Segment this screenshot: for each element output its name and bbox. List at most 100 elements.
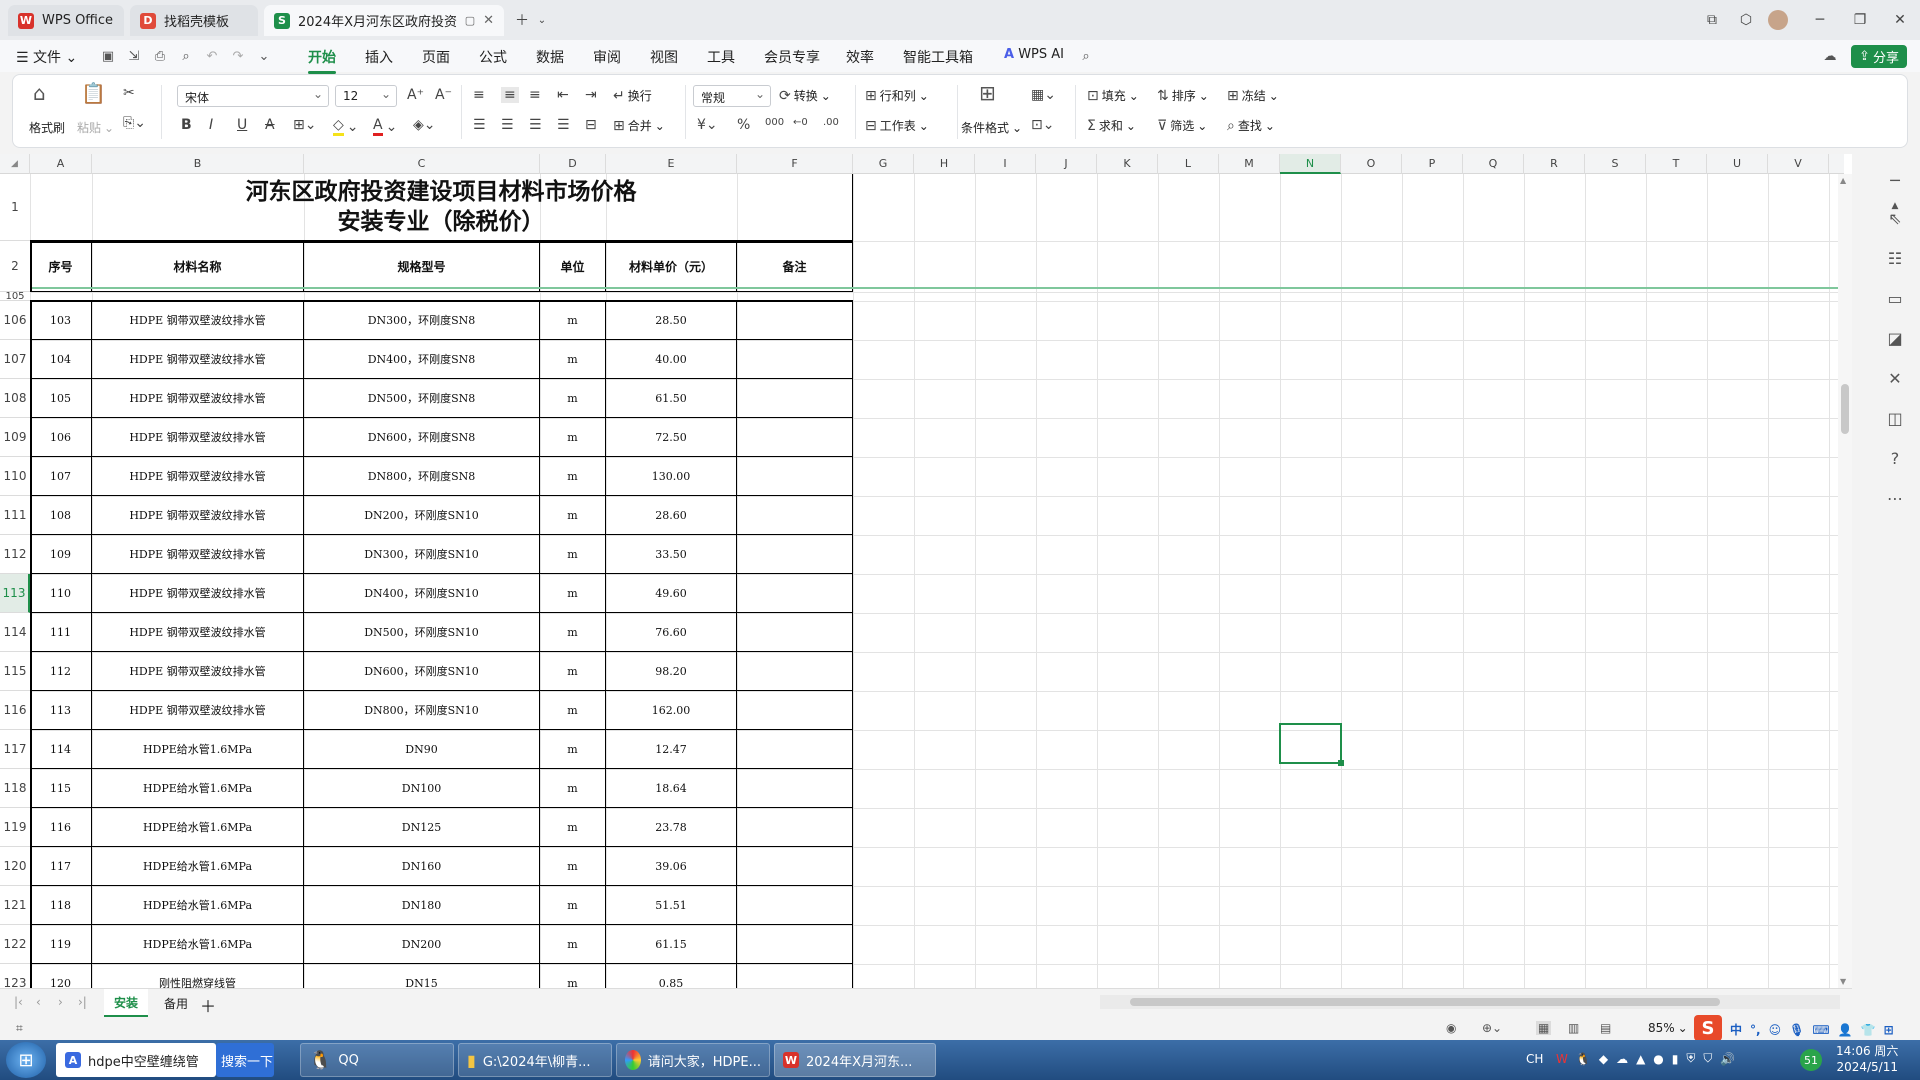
cell-material-name[interactable]: HDPE给水管1.6MPa — [92, 769, 304, 808]
cell-spec[interactable]: DN500，环刚度SN8 — [304, 379, 540, 418]
cell-index[interactable]: 110 — [30, 574, 92, 613]
column-header-o[interactable]: O — [1341, 154, 1402, 174]
cell-index[interactable]: 105 — [30, 379, 92, 418]
cell-material-name[interactable]: HDPE 钢带双壁波纹排水管 — [92, 379, 304, 418]
decrease-indent-icon[interactable]: ⇤ — [557, 87, 569, 103]
cell-spec[interactable]: DN100 — [304, 769, 540, 808]
column-header-c[interactable]: C — [304, 154, 540, 174]
redo-icon[interactable]: ↷ — [228, 46, 248, 66]
cell-material-name[interactable]: HDPE 钢带双壁波纹排水管 — [92, 340, 304, 379]
cell-spec[interactable]: DN800，环刚度SN10 — [304, 691, 540, 730]
cell-price[interactable]: 23.78 — [606, 808, 737, 847]
row-header[interactable]: 120 — [0, 847, 30, 886]
increase-decimal-icon[interactable]: ←0 — [793, 117, 808, 128]
menu-tab-formula[interactable]: 公式 — [479, 47, 507, 67]
normal-view-icon[interactable]: ▦ — [1536, 1021, 1552, 1035]
convert-button[interactable]: ⟳ 转换 ⌄ — [779, 87, 831, 104]
cell-unit[interactable]: m — [540, 925, 606, 964]
align-right-icon[interactable]: ☰ — [529, 117, 542, 133]
cell-unit[interactable]: m — [540, 301, 606, 340]
emoji-icon[interactable]: ☺ — [1769, 1023, 1782, 1037]
tab-spreadsheet[interactable]: S 2024年X月河东区政府投资建 ▢ ✕ — [264, 5, 504, 36]
decrease-decimal-icon[interactable]: .00 — [823, 117, 839, 128]
row-header[interactable]: 106 — [0, 301, 30, 340]
cell-index[interactable]: 103 — [30, 301, 92, 340]
menu-tab-view[interactable]: 视图 — [650, 47, 678, 67]
cell-index[interactable]: 118 — [30, 886, 92, 925]
microphone-icon[interactable]: 🎙 — [1789, 1023, 1804, 1037]
sort-button[interactable]: ⇅ 排序 ⌄ — [1157, 87, 1209, 104]
cell-material-name[interactable]: HDPE给水管1.6MPa — [92, 730, 304, 769]
reading-icon[interactable]: ◫ — [1883, 406, 1907, 430]
vertical-scrollbar[interactable]: ▲ ▼ — [1838, 174, 1852, 988]
print-preview-icon[interactable]: ⌕ — [176, 46, 196, 66]
percent-icon[interactable]: % — [737, 117, 750, 133]
shield-tray-icon[interactable]: ⛉ — [1703, 1051, 1712, 1066]
row-header[interactable]: 112 — [0, 535, 30, 574]
font-size-select[interactable]: 12 — [335, 85, 397, 107]
underline-icon[interactable]: U — [237, 117, 247, 133]
cell-remark[interactable] — [737, 769, 853, 808]
selected-cell-n113[interactable] — [1279, 723, 1342, 764]
taskbar-browser[interactable]: 请问大家，HDPE... — [616, 1043, 770, 1077]
header-cell-remark[interactable]: 备注 — [737, 241, 853, 292]
cell-remark[interactable] — [737, 535, 853, 574]
conditional-format-button[interactable]: 条件格式 ⌄ — [961, 119, 1022, 136]
cell-material-name[interactable]: HDPE 钢带双壁波纹排水管 — [92, 457, 304, 496]
find-button[interactable]: ⌕ 查找 ⌄ — [1227, 117, 1275, 134]
cell-material-name[interactable]: HDPE给水管1.6MPa — [92, 886, 304, 925]
share-button[interactable]: ⇪ 分享 — [1851, 45, 1907, 68]
cell-index[interactable]: 116 — [30, 808, 92, 847]
column-header-e[interactable]: E — [606, 154, 737, 174]
minimize-icon[interactable]: ─ — [1808, 8, 1832, 32]
cell-remark[interactable] — [737, 808, 853, 847]
avatar[interactable] — [1766, 8, 1790, 32]
column-header-l[interactable]: L — [1158, 154, 1219, 174]
cell-material-name[interactable]: HDPE 钢带双壁波纹排水管 — [92, 691, 304, 730]
restore-icon[interactable]: ❐ — [1848, 8, 1872, 32]
row-col-button[interactable]: ⊞ 行和列 ⌄ — [865, 87, 929, 104]
select-pointer-icon[interactable]: ⇖ — [1883, 206, 1907, 230]
cell-spec[interactable]: DN500，环刚度SN10 — [304, 613, 540, 652]
tab-wps-office[interactable]: W WPS Office — [8, 5, 124, 36]
header-cell-spec[interactable]: 规格型号 — [304, 241, 540, 292]
currency-icon[interactable]: ¥⌄ — [697, 117, 718, 133]
search-icon[interactable]: ⌕ — [1076, 46, 1096, 66]
grid-menu-icon[interactable]: ⊞ — [1884, 1023, 1894, 1037]
cell-remark[interactable] — [737, 847, 853, 886]
wrap-text-button[interactable]: ↵ 换行 — [613, 87, 652, 104]
header-cell-name[interactable]: 材料名称 — [92, 241, 304, 292]
app-tray-icon[interactable]: ◆ — [1599, 1052, 1608, 1066]
cell-unit[interactable]: m — [540, 652, 606, 691]
last-sheet-icon[interactable]: ›| — [78, 995, 87, 1009]
cell-price[interactable]: 33.50 — [606, 535, 737, 574]
filter-button[interactable]: ⊽ 筛选 ⌄ — [1157, 117, 1207, 134]
bold-icon[interactable]: B — [181, 117, 192, 133]
worksheet-button[interactable]: ⊟ 工作表 ⌄ — [865, 117, 929, 134]
cell-remark[interactable] — [737, 886, 853, 925]
cell-price[interactable]: 12.47 — [606, 730, 737, 769]
column-header-u[interactable]: U — [1707, 154, 1768, 174]
cell-spec[interactable]: DN400，环刚度SN8 — [304, 340, 540, 379]
cut-icon[interactable]: ✂ — [123, 85, 135, 101]
clock[interactable]: 14:06 周六 2024/5/11 — [1836, 1043, 1898, 1075]
cell-unit[interactable]: m — [540, 769, 606, 808]
cell-material-name[interactable]: HDPE 钢带双壁波纹排水管 — [92, 418, 304, 457]
format-painter-icon[interactable]: ⌂ — [33, 81, 46, 105]
monitor-icon[interactable]: ▢ — [465, 14, 475, 27]
column-header-b[interactable]: B — [92, 154, 304, 174]
freeze-button[interactable]: ⊞ 冻结 ⌄ — [1227, 87, 1279, 104]
sheet-title-cell[interactable]: 河东区政府投资建设项目材料市场价格 安装专业（除税价） — [30, 174, 853, 241]
row-header[interactable]: 115 — [0, 652, 30, 691]
align-bottom-icon[interactable]: ≡ — [529, 87, 541, 103]
column-header-v[interactable]: V — [1768, 154, 1829, 174]
eye-protection-icon[interactable]: ◉ — [1446, 1021, 1456, 1035]
cell-price[interactable]: 61.50 — [606, 379, 737, 418]
row-header[interactable]: 117 — [0, 730, 30, 769]
cell-spec[interactable]: DN90 — [304, 730, 540, 769]
row-header[interactable]: 116 — [0, 691, 30, 730]
cell-remark[interactable] — [737, 730, 853, 769]
row-header[interactable]: 108 — [0, 379, 30, 418]
menu-tab-page[interactable]: 页面 — [422, 47, 450, 67]
cube-icon[interactable]: ⬡ — [1734, 8, 1758, 32]
